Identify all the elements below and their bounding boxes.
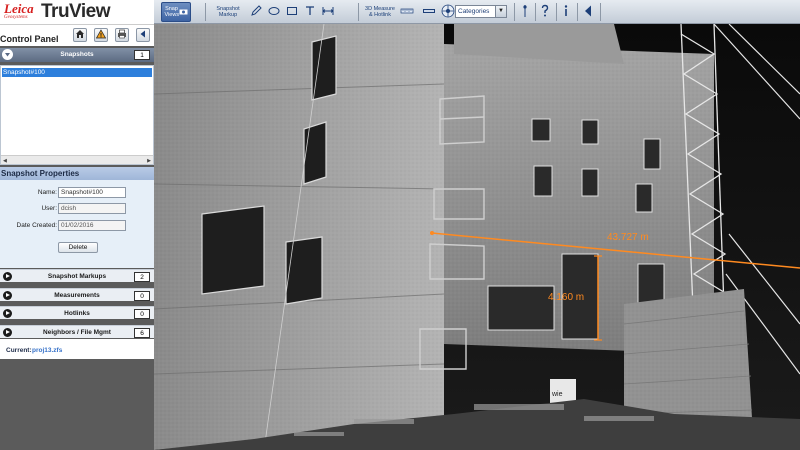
info-button[interactable] <box>559 2 573 22</box>
toolbar-separator <box>535 3 536 21</box>
scroll-left-icon[interactable]: ◀ <box>3 158 7 164</box>
section-neighbors-file-mgmt[interactable]: Neighbors / File Mgmt 6 <box>0 325 154 338</box>
warning-icon <box>95 29 107 41</box>
dimension-icon <box>322 5 334 19</box>
measurement-label-distance[interactable]: 43.727 m <box>607 232 649 243</box>
ellipse-button[interactable] <box>266 2 282 22</box>
name-field[interactable]: Snapshot#100 <box>58 187 126 198</box>
name-label: Name: <box>37 189 57 196</box>
back-button[interactable] <box>581 2 595 22</box>
snapshot-list: Snapshot#100 ◀ ▶ <box>0 65 154 165</box>
site-sign-text: wie <box>551 391 563 398</box>
target-button[interactable] <box>440 2 456 22</box>
ellipse-icon <box>268 5 280 19</box>
back-icon <box>583 4 593 20</box>
control-panel-title: Control Panel <box>0 34 59 44</box>
info-icon <box>561 4 571 20</box>
brand-header: Leica Geosystems TruView <box>0 0 154 24</box>
rectangle-button[interactable] <box>284 2 300 22</box>
horizontal-scrollbar[interactable]: ◀ ▶ <box>1 155 153 164</box>
categories-select[interactable]: Categories ▼ <box>455 5 507 18</box>
toolbar-separator <box>600 3 601 21</box>
measure-button[interactable] <box>398 2 416 22</box>
section-snapshot-markups[interactable]: Snapshot Markups 2 <box>0 269 154 282</box>
camera-icon <box>179 8 188 17</box>
delete-button[interactable]: Delete <box>58 242 98 253</box>
point-cloud-viewport[interactable]: wie 43.727 m 4.160 m <box>154 24 800 450</box>
home-button[interactable] <box>73 28 87 42</box>
current-file-bar: Current: proj13.zfs <box>0 339 154 359</box>
measure-hotlink-label: 3D Measure & Hotlink <box>365 6 395 18</box>
product-name: TruView <box>41 1 111 22</box>
section-count: 6 <box>134 328 150 338</box>
distance-icon <box>422 6 436 18</box>
print-icon <box>117 29 127 41</box>
section-label: Measurements <box>54 292 100 299</box>
control-panel: Leica Geosystems TruView Control Panel S… <box>0 0 154 450</box>
section-count: 2 <box>134 272 150 282</box>
user-label: User: <box>41 205 57 212</box>
section-hotlinks[interactable]: Hotlinks 0 <box>0 306 154 319</box>
measure-hotlink-button[interactable]: 3D Measure & Hotlink <box>364 2 396 22</box>
geosystems-label: Geosystems <box>4 15 28 20</box>
text-icon <box>304 5 316 19</box>
current-label: Current: <box>6 347 32 354</box>
toolbar-separator <box>358 3 359 21</box>
warning-button[interactable] <box>94 28 108 42</box>
snapshots-header[interactable]: Snapshots 1 <box>0 48 154 62</box>
snapshot-properties-panel: Name: Snapshot#100 User: dcish Date Crea… <box>0 180 154 268</box>
section-label: Hotlinks <box>64 310 90 317</box>
categories-value: Categories <box>458 8 490 15</box>
collapse-panel-button[interactable] <box>136 28 150 42</box>
collapse-left-icon <box>138 29 148 41</box>
toolbar-separator <box>577 3 578 21</box>
toolbar-separator <box>205 3 206 21</box>
snapshot-markup-button[interactable]: Snapshot Markup <box>212 2 244 22</box>
measurement-label-height[interactable]: 4.160 m <box>548 292 584 303</box>
text-button[interactable] <box>302 2 318 22</box>
snapshot-markup-label: Snapshot Markup <box>216 6 240 18</box>
snapshots-count: 1 <box>134 50 150 60</box>
section-label: Snapshot Markups <box>47 273 107 280</box>
dimension-button[interactable] <box>320 2 336 22</box>
distance-button[interactable] <box>420 2 438 22</box>
point-cloud-scene[interactable]: wie <box>154 24 800 450</box>
control-panel-bar: Control Panel <box>0 24 154 46</box>
pencil-icon <box>250 5 262 19</box>
snap-views-button[interactable]: Snap Views <box>161 2 191 22</box>
leica-logo: Leica <box>4 1 34 16</box>
target-icon <box>441 4 455 20</box>
section-count: 0 <box>134 291 150 301</box>
home-icon <box>75 29 85 41</box>
section-count: 0 <box>134 309 150 319</box>
date-created-label: Date Created: <box>16 222 57 229</box>
pin-button[interactable] <box>518 2 532 22</box>
current-file-name: proj13.zfs <box>32 347 63 354</box>
toolbar-separator <box>514 3 515 21</box>
date-created-field: 01/02/2016 <box>58 220 126 231</box>
scroll-right-icon[interactable]: ▶ <box>147 158 151 164</box>
pencil-button[interactable] <box>248 2 264 22</box>
main-toolbar: Snap Views Snapshot Markup 3D Measure & … <box>154 0 800 24</box>
chevron-down-icon: ▼ <box>495 6 506 17</box>
snapshot-properties-title: Snapshot Properties <box>0 167 154 180</box>
user-field: dcish <box>58 203 126 214</box>
rectangle-icon <box>286 5 298 19</box>
section-label: Neighbors / File Mgmt <box>43 329 111 336</box>
print-button[interactable] <box>115 28 129 42</box>
pin-icon <box>520 4 530 20</box>
toolbar-separator <box>556 3 557 21</box>
help-icon <box>540 4 550 20</box>
help-button[interactable] <box>538 2 552 22</box>
list-item[interactable]: Snapshot#100 <box>2 68 152 77</box>
measure-icon <box>400 6 414 18</box>
snapshots-title: Snapshots <box>60 51 94 58</box>
snap-views-label: Snap Views <box>164 6 180 18</box>
section-measurements[interactable]: Measurements 0 <box>0 288 154 301</box>
